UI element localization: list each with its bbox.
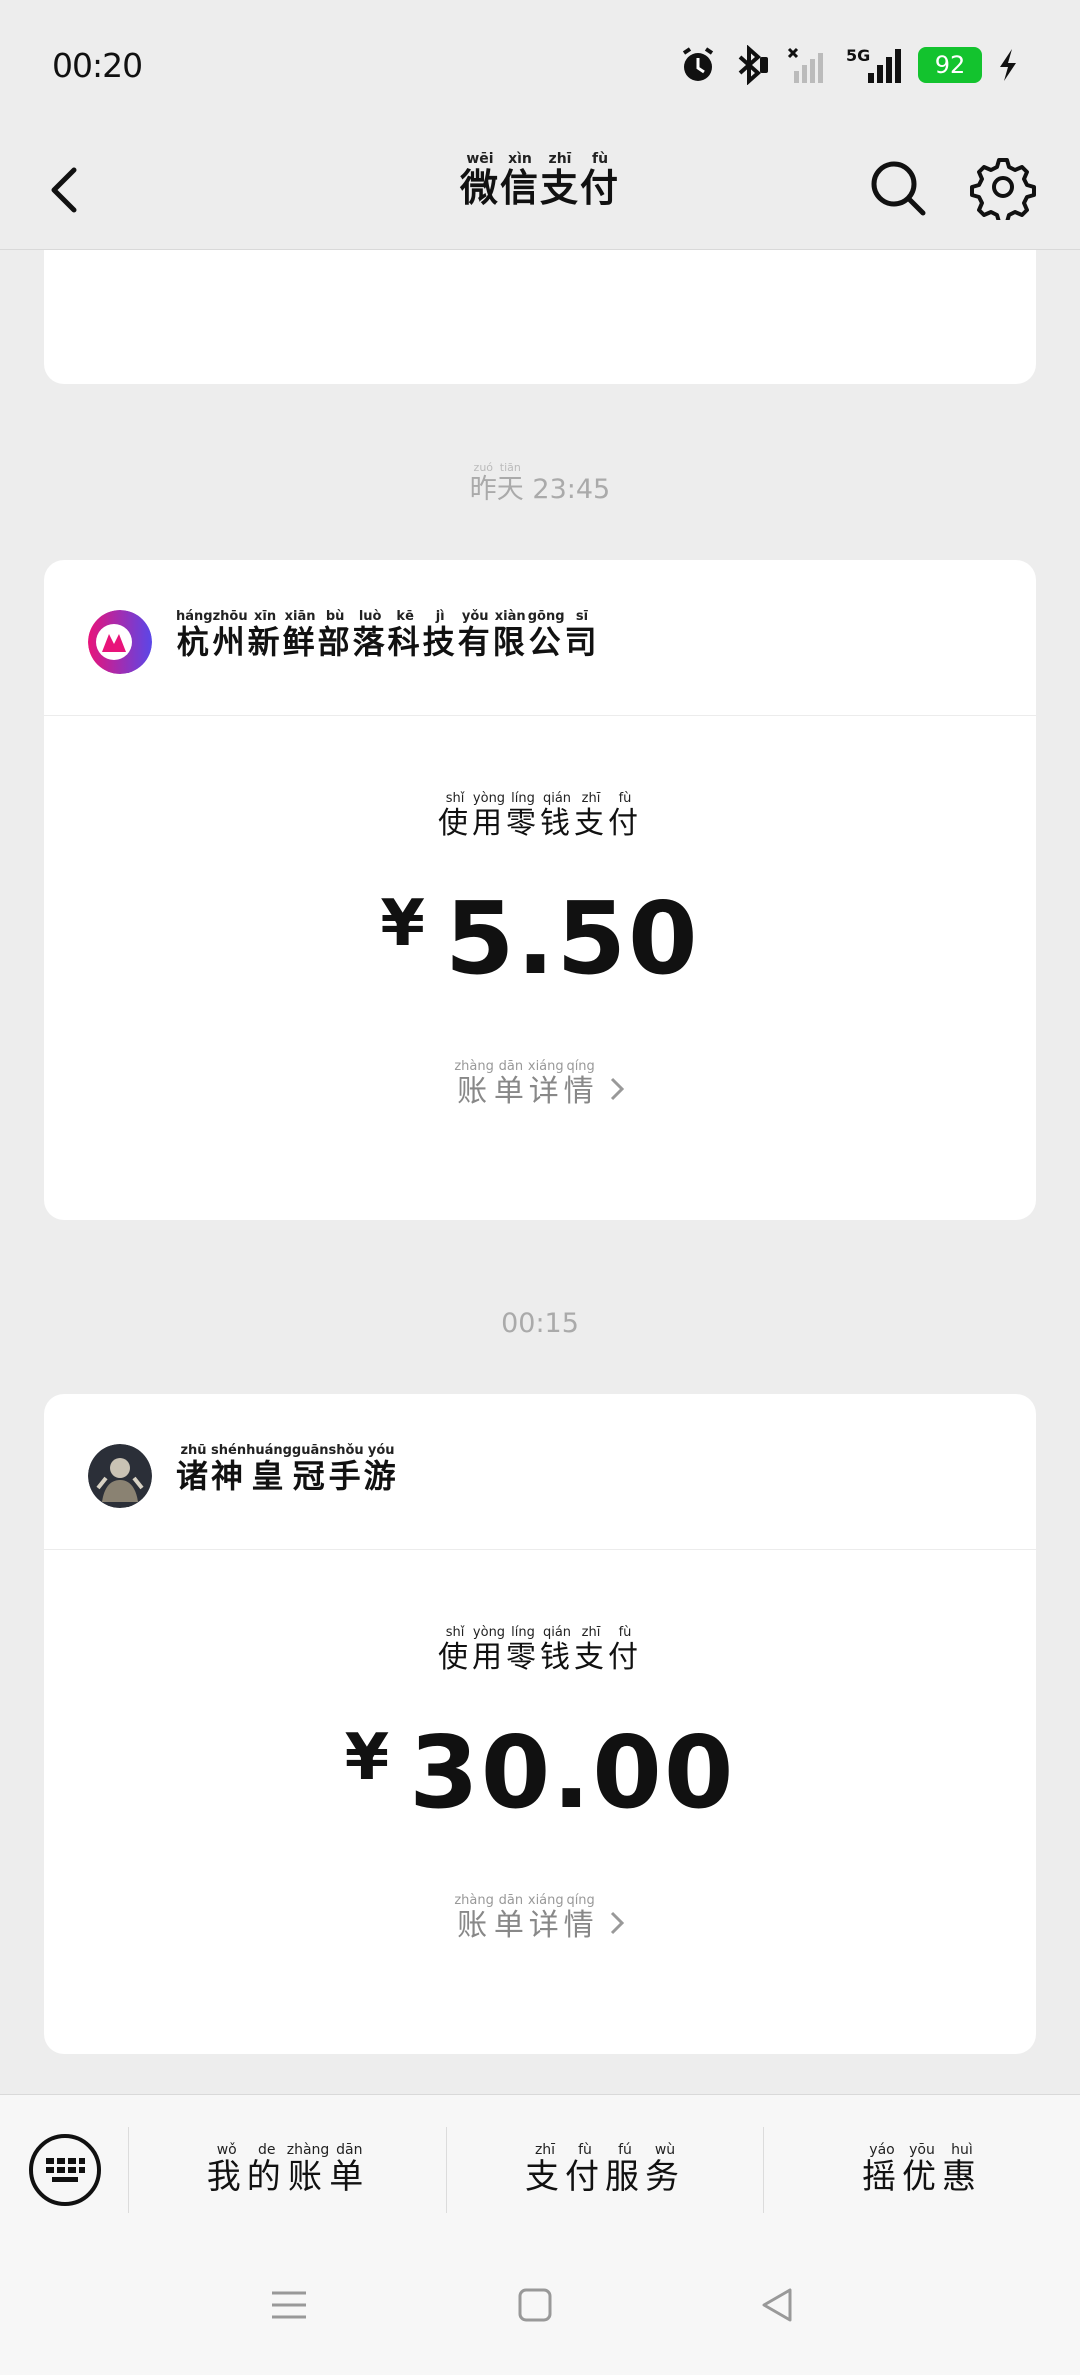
triangle-back-icon[interactable] — [756, 2284, 798, 2326]
ruby-char: 支zhī — [574, 791, 608, 841]
ruby-char: 司sī — [564, 609, 600, 661]
ruby-char: 支zhī — [525, 2141, 565, 2197]
ruby-char: 有yǒu — [457, 609, 493, 661]
ruby-char: 账zhàng — [286, 2141, 330, 2197]
search-icon[interactable] — [866, 156, 930, 220]
ruby-char: 单dān — [493, 1893, 528, 1943]
timestamp: 昨zuó天tiān 23:45 — [469, 461, 611, 505]
nav-bar: 微wēi信xìn支zhī付fù — [0, 130, 1080, 250]
keyboard-icon[interactable] — [28, 2133, 102, 2207]
menu-payment-services[interactable]: 支zhī 付fù 服fú 务wù — [447, 2115, 763, 2225]
ruby-char: 技jì — [422, 609, 458, 661]
menu-divider — [128, 2127, 129, 2213]
gear-icon[interactable] — [970, 154, 1036, 220]
status-icons: 5G 92 — [678, 40, 1020, 90]
ruby-char: 付fù — [608, 1625, 642, 1675]
ruby-char: 付fù — [608, 791, 642, 841]
ruby-char: 信xìn — [499, 151, 540, 210]
payment-method: 使shǐ用yòng零líng钱qián支zhī付fù — [44, 1625, 1036, 1676]
transaction-card[interactable]: 杭háng州zhōu新xīn鲜xiān部bù落luò科kē技jì有yǒu限xià… — [44, 560, 1036, 1220]
ruby-char: 的de — [246, 2141, 287, 2197]
menu-shake-offers[interactable]: 摇yáo 优yōu 惠huì — [764, 2115, 1080, 2225]
ruby-char: 账zhàng — [454, 1059, 494, 1109]
alarm-icon — [682, 47, 714, 81]
card-header: 杭háng州zhōu新xīn鲜xiān部bù落luò科kē技jì有yǒu限xià… — [44, 560, 1036, 716]
clock: 00:20 — [52, 46, 143, 85]
ruby-char: 详xiáng — [527, 1059, 564, 1109]
square-icon[interactable] — [514, 2284, 556, 2326]
merchant-logo — [88, 610, 152, 674]
ruby-char: 务wù — [645, 2141, 685, 2197]
ruby-char: 使shǐ — [438, 791, 472, 841]
bill-detail-link[interactable]: 账zhàng单dān详xiáng情qíng — [44, 1059, 1036, 1110]
ruby-char: 钱qián — [540, 1625, 574, 1675]
charging-icon — [1000, 49, 1016, 81]
ruby-char: 部bù — [317, 609, 353, 661]
chevron-right-icon — [610, 1911, 624, 1935]
ruby-char: 情qíng — [563, 1059, 598, 1109]
ruby-char: 支zhī — [574, 1625, 608, 1675]
ruby-char: 用yòng — [472, 791, 506, 841]
svg-text:5G: 5G — [846, 46, 870, 65]
ruby-char: 微wēi — [459, 151, 500, 210]
menu-my-bills[interactable]: 我wǒ 的de 账zhàng 单dān — [130, 2115, 446, 2225]
payment-amount: ¥5.50 — [380, 880, 700, 997]
menu-lines-icon[interactable] — [268, 2284, 310, 2326]
status-bar: 00:20 5G 92 — [0, 0, 1080, 130]
ruby-char: 皇huáng — [246, 1443, 292, 1495]
ruby-char: 诸zhū — [176, 1443, 212, 1495]
ruby-char: 账zhàng — [454, 1893, 494, 1943]
ruby-char: 支zhī — [540, 151, 581, 210]
signal-weak-icon — [787, 47, 823, 83]
ruby-char: 情qíng — [563, 1893, 598, 1943]
ruby-char: 鲜xiān — [282, 609, 318, 661]
ruby-char: 使shǐ — [438, 1625, 472, 1675]
ruby-char: 详xiáng — [527, 1893, 564, 1943]
ruby-char: 我wǒ — [206, 2141, 247, 2197]
ruby-char: 零líng — [506, 791, 540, 841]
ruby-char: 冠guān — [291, 1443, 329, 1495]
ruby-char: 钱qián — [540, 791, 574, 841]
ruby-char: 州zhōu — [212, 609, 248, 661]
card-header: 诸zhū神shén皇huáng冠guān手shǒu游yóu — [44, 1394, 1036, 1550]
ruby-char: 付fù — [565, 2141, 605, 2197]
transaction-card[interactable]: 诸zhū神shén皇huáng冠guān手shǒu游yóu 使shǐ用yòng零… — [44, 1394, 1036, 2054]
merchant-name: 杭háng州zhōu新xīn鲜xiān部bù落luò科kē技jì有yǒu限xià… — [176, 609, 600, 663]
ruby-char: 昨zuó — [469, 461, 497, 505]
ruby-char: 游yóu — [363, 1443, 399, 1495]
bill-detail-link[interactable]: 账zhàng单dān详xiáng情qíng — [44, 1893, 1036, 1944]
ruby-char: 服fú — [605, 2141, 645, 2197]
ruby-char: 神shén — [211, 1443, 247, 1495]
ruby-char: 单dān — [329, 2141, 370, 2197]
ruby-char: 限xiàn — [492, 609, 528, 661]
ruby-char: 杭háng — [176, 609, 213, 661]
ruby-char: 公gōng — [527, 609, 565, 661]
chevron-right-icon — [610, 1077, 624, 1101]
system-nav-bar — [0, 2244, 1080, 2375]
merchant-name: 诸zhū神shén皇huáng冠guān手shǒu游yóu — [176, 1443, 399, 1497]
ruby-char: 零líng — [506, 1625, 540, 1675]
bluetooth-icon — [738, 45, 768, 85]
battery-indicator: 92 — [918, 47, 982, 83]
payment-method: 使shǐ用yòng零líng钱qián支zhī付fù — [44, 791, 1036, 842]
ruby-char: 手shǒu — [328, 1443, 364, 1495]
ruby-char: 惠huì — [942, 2141, 982, 2197]
transaction-card-partial[interactable]: 账zhàng单dān详xiáng情qíng — [44, 250, 1036, 384]
payment-amount: ¥30.00 — [344, 1714, 736, 1831]
bottom-menu: 我wǒ 的de 账zhàng 单dān 支zhī 付fù 服fú 务wù 摇yáo 优yōu 惠… — [0, 2094, 1080, 2244]
ruby-char: 天tiān — [496, 461, 524, 505]
timestamp: 00:15 — [501, 1308, 579, 1339]
ruby-char: 科kē — [387, 609, 423, 661]
ruby-char: 优yōu — [902, 2141, 942, 2197]
ruby-char: 用yòng — [472, 1625, 506, 1675]
ruby-char: 新xīn — [247, 609, 283, 661]
ruby-char: 摇yáo — [862, 2141, 902, 2197]
transaction-feed[interactable]: 账zhàng单dān详xiáng情qíng 昨zuó天tiān 23:45 杭h… — [0, 250, 1080, 2094]
ruby-char: 单dān — [493, 1059, 528, 1109]
ruby-char: 付fù — [580, 151, 621, 210]
merchant-avatar — [88, 1444, 152, 1508]
ruby-char: 落luò — [352, 609, 388, 661]
signal-5g-icon: 5G — [846, 46, 901, 83]
